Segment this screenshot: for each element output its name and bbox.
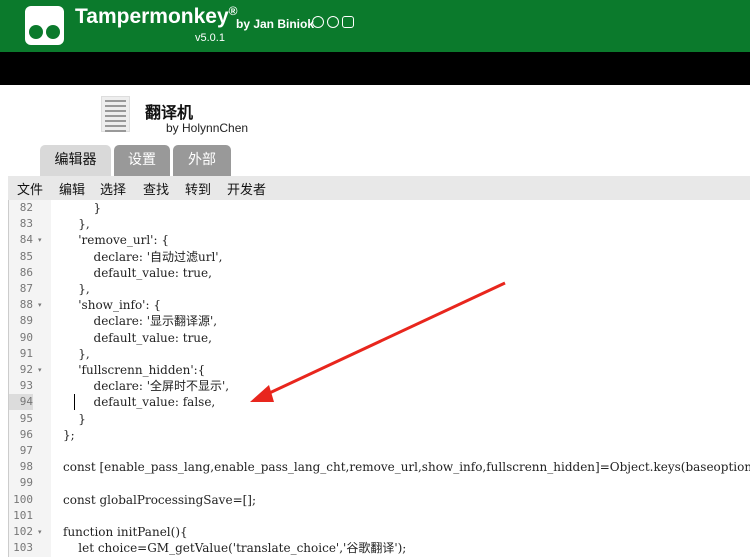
line-number: 103 — [13, 541, 33, 555]
code-text: function initPanel(){ — [63, 525, 188, 539]
code-text: } — [63, 411, 86, 426]
script-author: by HolynnChen — [166, 121, 249, 135]
app-title[interactable]: Tampermonkey® — [75, 4, 238, 29]
code-text: 'remove_url': { — [63, 233, 169, 248]
code-line[interactable]: 97 — [9, 443, 750, 459]
instagram-icon[interactable] — [342, 16, 354, 28]
code-line[interactable]: 101 — [9, 508, 750, 524]
line-number: 86 — [19, 265, 33, 279]
code-text: 'show_info': { — [63, 298, 161, 313]
code-line[interactable]: 93 declare: '全屏时不显示', — [9, 378, 750, 394]
code-line[interactable]: 92 ▾ 'fullscrenn_hidden':{ — [9, 362, 750, 378]
code-text: const globalProcessingSave=[]; — [63, 492, 257, 507]
code-line[interactable]: 87 }, — [9, 281, 750, 297]
line-number: 89 — [19, 314, 33, 328]
code-line[interactable]: 100 const globalProcessingSave=[]; — [9, 492, 750, 508]
social-links — [312, 16, 356, 32]
line-number: 97 — [19, 444, 33, 457]
code-line[interactable]: 82 } — [9, 200, 750, 216]
code-line[interactable]: 88 ▾ 'show_info': { — [9, 297, 750, 313]
menu-edit[interactable]: 编辑 — [59, 179, 85, 198]
tab-editor[interactable]: 编辑器 — [40, 145, 111, 176]
line-number: 96 — [19, 427, 33, 441]
script-document-icon — [101, 96, 130, 132]
code-text: }; — [63, 427, 75, 442]
code-line[interactable]: 103 let choice=GM_getValue('translate_ch… — [9, 540, 750, 556]
code-text: }, — [63, 217, 90, 232]
app-byline: by Jan Biniok — [236, 17, 315, 31]
line-number: 92 — [19, 363, 33, 376]
code-text: declare: '显示翻译源', — [63, 314, 218, 329]
fold-arrow-icon[interactable]: ▾ — [38, 297, 42, 313]
code-line[interactable]: 90 default_value: true, — [9, 330, 750, 346]
code-editor[interactable]: 82 } 83 }, 84 ▾ 'remove_url': {85 declare: … — [8, 200, 750, 557]
line-number: 95 — [19, 411, 33, 425]
code-text: 'fullscrenn_hidden':{ — [63, 363, 206, 377]
code-line[interactable]: 89 declare: '显示翻译源', — [9, 313, 750, 329]
code-line[interactable]: 83 }, — [9, 216, 750, 232]
tampermonkey-logo-icon[interactable] — [25, 6, 64, 45]
fold-arrow-icon[interactable]: ▾ — [38, 524, 42, 540]
code-line[interactable]: 85 declare: '自动过滤url', — [9, 249, 750, 265]
line-number: 90 — [19, 330, 33, 344]
editor-menubar: 文件 编辑 选择 查找 转到 开发者 — [8, 176, 750, 200]
code-line[interactable]: 95 } — [9, 411, 750, 427]
code-text: default_value: false, — [63, 395, 216, 410]
line-number: 94 — [9, 394, 33, 411]
script-name: 翻译机 — [145, 103, 194, 122]
line-number: 101 — [13, 508, 33, 522]
line-number: 82 — [19, 201, 33, 214]
code-line[interactable]: 91 }, — [9, 346, 750, 362]
code-text: default_value: true, — [63, 330, 212, 345]
line-number: 99 — [19, 476, 33, 490]
menu-file[interactable]: 文件 — [17, 179, 43, 198]
app-version: v5.0.1 — [195, 32, 225, 44]
tab-external[interactable]: 外部 — [173, 145, 231, 176]
top-header: Tampermonkey® by Jan Biniok v5.0.1 — [0, 0, 750, 52]
code-line[interactable]: 86 default_value: true, — [9, 265, 750, 281]
menu-find[interactable]: 查找 — [143, 179, 169, 198]
github-icon[interactable] — [312, 16, 324, 28]
line-number: 93 — [19, 379, 33, 393]
line-number: 85 — [19, 249, 33, 263]
tab-settings[interactable]: 设置 — [114, 145, 170, 176]
line-number: 98 — [19, 460, 33, 474]
menu-developer[interactable]: 开发者 — [227, 179, 266, 198]
code-text: declare: '全屏时不显示', — [63, 379, 230, 394]
line-number: 84 — [19, 233, 33, 247]
line-number: 87 — [19, 282, 33, 295]
code-text: const [enable_pass_lang,enable_pass_lang… — [63, 460, 750, 475]
facebook-icon[interactable] — [327, 16, 339, 28]
code-text: let choice=GM_getValue('translate_choice… — [63, 541, 407, 556]
line-number: 102 — [13, 525, 33, 538]
line-number: 83 — [19, 217, 33, 231]
line-number: 100 — [13, 492, 33, 506]
code-line[interactable]: 98 const [enable_pass_lang,enable_pass_la… — [9, 459, 750, 475]
fold-arrow-icon[interactable]: ▾ — [38, 232, 42, 248]
line-number: 88 — [19, 298, 33, 312]
code-line[interactable]: 84 ▾ 'remove_url': { — [9, 232, 750, 248]
code-text: }, — [63, 346, 90, 361]
code-text: declare: '自动过滤url', — [63, 249, 223, 264]
fold-arrow-icon[interactable]: ▾ — [38, 362, 42, 378]
code-line[interactable]: 94 default_value: false, — [9, 394, 750, 411]
tab-bar: 编辑器 设置 外部 — [0, 145, 750, 176]
menu-goto[interactable]: 转到 — [185, 179, 211, 198]
code-text: default_value: true, — [63, 265, 212, 280]
menu-select[interactable]: 选择 — [100, 179, 126, 198]
black-bar — [0, 52, 750, 85]
code-text: }, — [63, 282, 90, 296]
line-number: 91 — [19, 346, 33, 360]
code-line[interactable]: 96}; — [9, 427, 750, 443]
text-cursor — [74, 394, 75, 410]
code-line[interactable]: 99 — [9, 475, 750, 491]
code-line[interactable]: 102 ▾ function initPanel(){ — [9, 524, 750, 540]
code-text: } — [63, 201, 102, 215]
